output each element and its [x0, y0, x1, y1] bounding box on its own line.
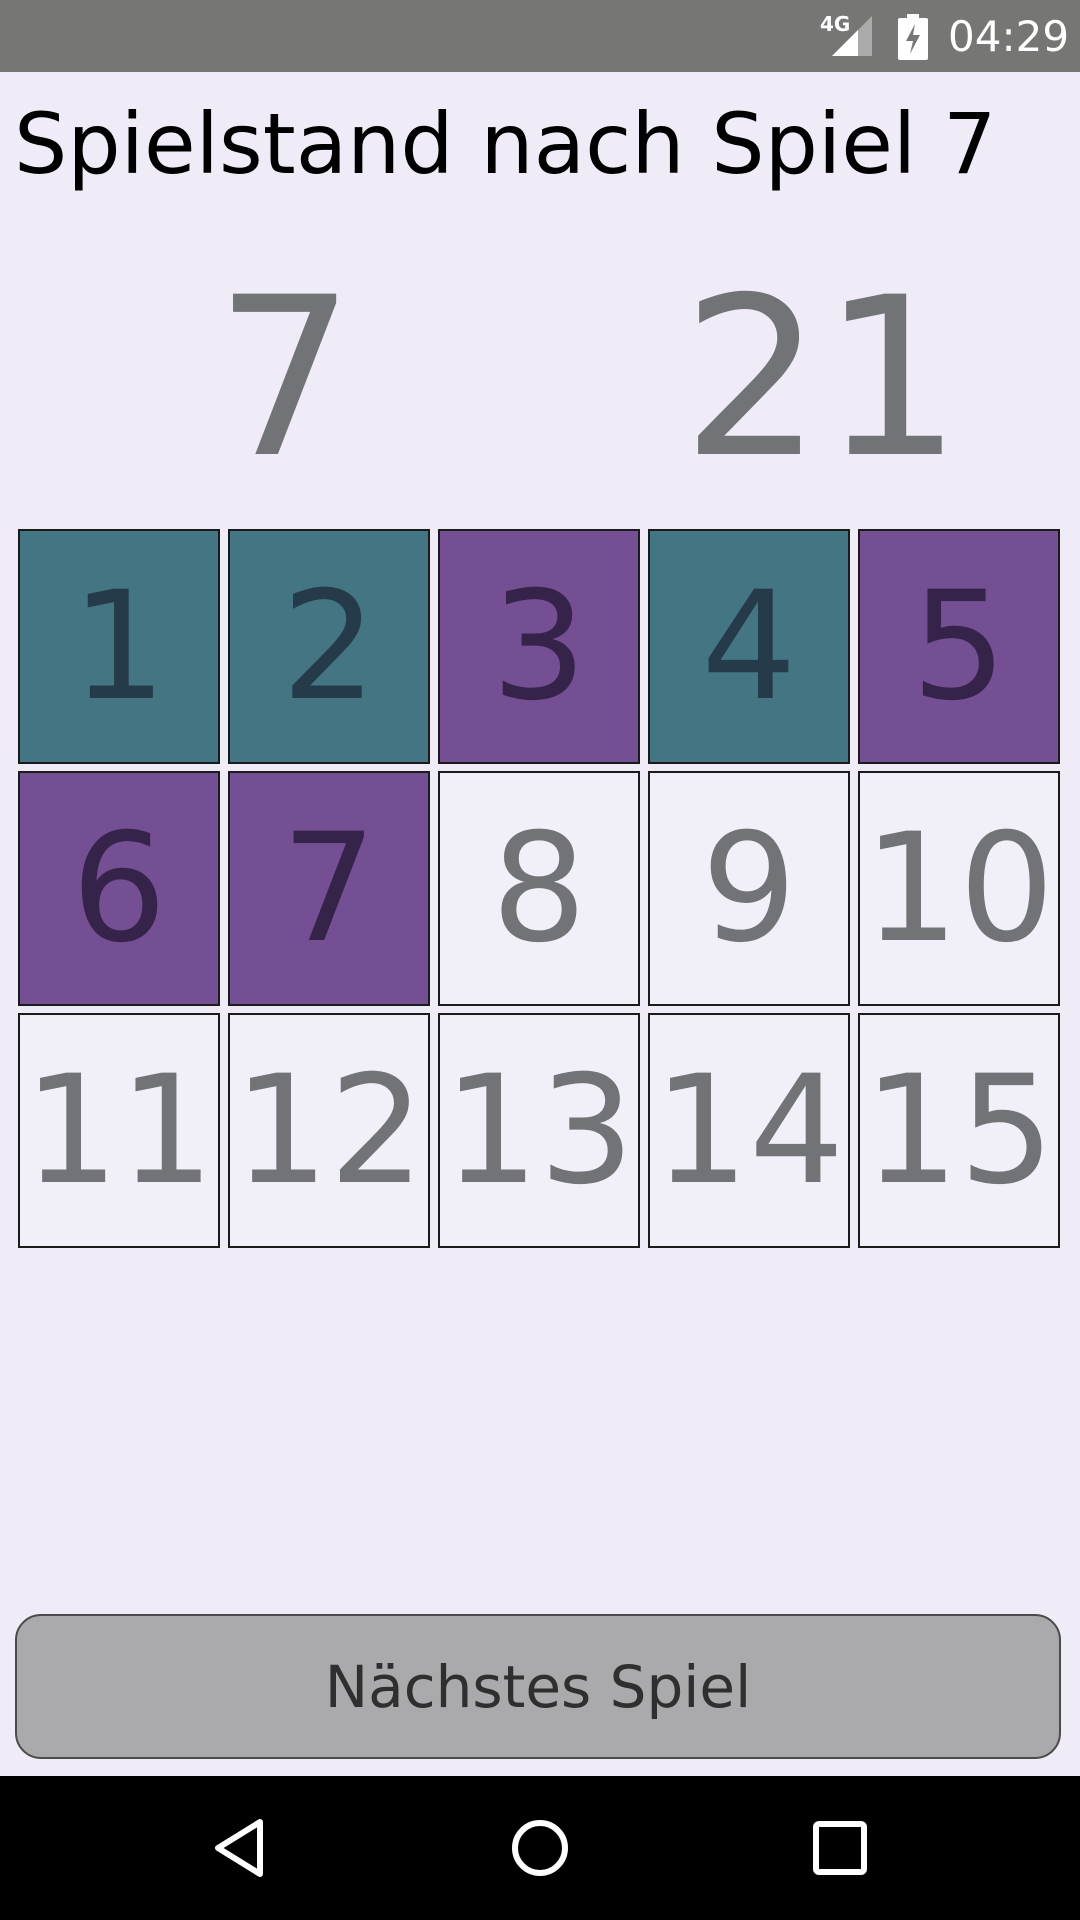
battery-charging-icon [898, 14, 928, 60]
network-type-label: 4G [820, 12, 851, 36]
status-clock: 04:29 [948, 12, 1070, 61]
status-bar: 4G 04:29 [0, 0, 1080, 72]
tile-9[interactable]: 9 [648, 771, 850, 1006]
tile-14[interactable]: 14 [648, 1013, 850, 1248]
tile-4[interactable]: 4 [648, 529, 850, 764]
tile-15[interactable]: 15 [858, 1013, 1060, 1248]
tile-1[interactable]: 1 [18, 529, 220, 764]
tile-7[interactable]: 7 [228, 771, 430, 1006]
home-icon[interactable] [504, 1812, 576, 1884]
tile-2[interactable]: 2 [228, 529, 430, 764]
recents-icon[interactable] [804, 1812, 876, 1884]
tile-13[interactable]: 13 [438, 1013, 640, 1248]
navigation-bar [0, 1776, 1080, 1920]
tile-11[interactable]: 11 [18, 1013, 220, 1248]
tile-3[interactable]: 3 [438, 529, 640, 764]
score-team-b: 21 [682, 250, 962, 506]
back-icon[interactable] [204, 1812, 276, 1884]
page-title: Spielstand nach Spiel 7 [14, 95, 997, 193]
tile-5[interactable]: 5 [858, 529, 1060, 764]
tile-grid: 1 2 3 4 5 6 7 8 9 10 11 12 13 14 15 [18, 529, 1063, 1249]
next-game-button[interactable]: Nächstes Spiel [15, 1614, 1061, 1759]
tile-12[interactable]: 12 [228, 1013, 430, 1248]
tile-8[interactable]: 8 [438, 771, 640, 1006]
score-team-a: 7 [215, 250, 355, 506]
tile-10[interactable]: 10 [858, 771, 1060, 1006]
tile-6[interactable]: 6 [18, 771, 220, 1006]
signal-icon: 4G [820, 12, 874, 58]
